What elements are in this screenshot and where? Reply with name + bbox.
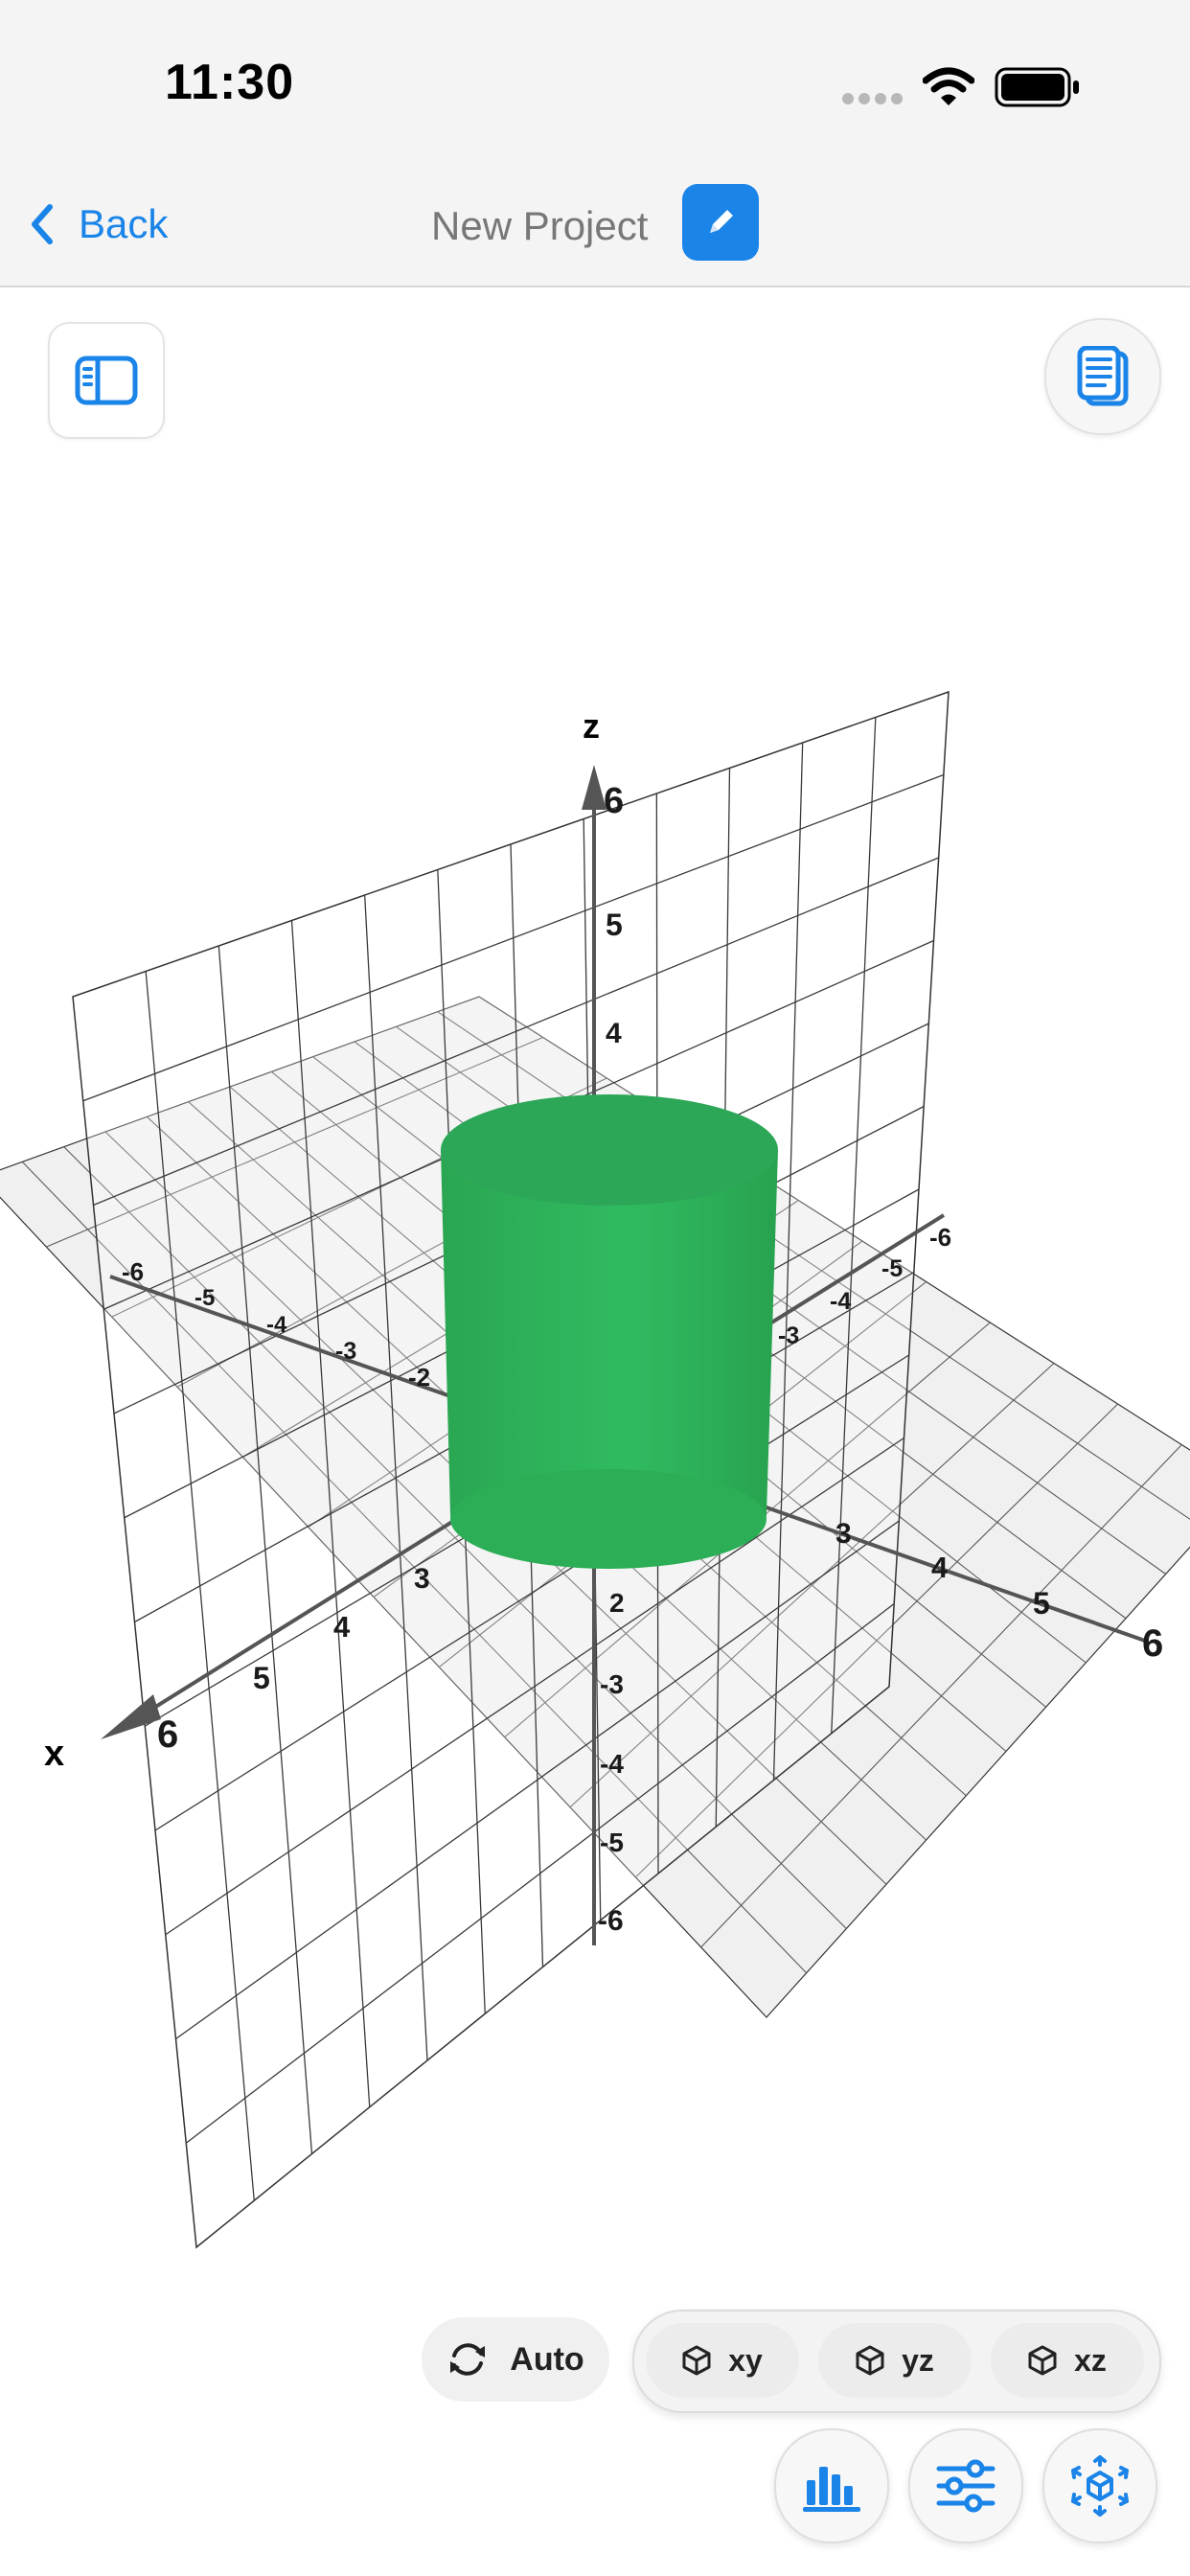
- plane-button-yz[interactable]: yz: [818, 2323, 972, 2398]
- z-axis-label: z: [583, 706, 600, 746]
- edit-title-button[interactable]: [682, 184, 759, 261]
- tick-label: 4: [333, 1610, 351, 1644]
- tick-label: 4: [606, 1018, 622, 1049]
- plane-label: xz: [1074, 2342, 1107, 2378]
- tick-label: 2: [609, 1588, 625, 1618]
- plane-label: yz: [902, 2342, 934, 2378]
- tick-label: 6: [604, 781, 624, 821]
- tick-label: 6: [157, 1714, 178, 1756]
- cylinder-object[interactable]: [441, 1094, 778, 1569]
- data-table-button[interactable]: [774, 2428, 889, 2543]
- rotate-icon: [450, 2343, 486, 2376]
- auto-rotate-button[interactable]: Auto: [422, 2317, 609, 2402]
- page-title: New Project: [431, 203, 649, 248]
- signal-dots-icon: [842, 93, 903, 104]
- tick-label: 4: [931, 1551, 949, 1584]
- cube-icon: [1028, 2345, 1057, 2376]
- cube-icon: [682, 2345, 711, 2376]
- tick-label: -5: [600, 1828, 624, 1857]
- chevron-left-icon: [32, 204, 53, 244]
- bar-chart-icon: [803, 2467, 860, 2512]
- tick-label: -2: [408, 1363, 430, 1392]
- wifi-icon: [923, 67, 974, 105]
- auto-label: Auto: [510, 2340, 584, 2378]
- tick-label: 5: [1033, 1586, 1050, 1621]
- tick-label: -3: [778, 1322, 799, 1349]
- tick-label: 5: [606, 908, 623, 942]
- tick-label: -4: [830, 1288, 851, 1315]
- tick-label: -6: [122, 1257, 144, 1286]
- plane-button-xz[interactable]: xz: [991, 2323, 1144, 2398]
- tick-label: -4: [266, 1312, 287, 1338]
- battery-icon: [995, 67, 1079, 107]
- plane-label: xy: [728, 2342, 763, 2378]
- x-axis-label: x: [44, 1734, 64, 1774]
- tick-label: -5: [195, 1285, 215, 1311]
- cube-icon: [856, 2345, 884, 2376]
- pencil-icon: [710, 210, 733, 233]
- status-bar: 11:30: [0, 0, 1190, 163]
- 3d-view-icon: [1071, 2455, 1129, 2517]
- status-time: 11:30: [165, 55, 295, 110]
- tick-label: -6: [598, 1905, 624, 1937]
- tick-label: -3: [600, 1669, 624, 1699]
- tick-label: 3: [414, 1563, 430, 1595]
- navigation-bar: Back New Project: [0, 163, 1190, 288]
- tick-label: -6: [929, 1223, 951, 1252]
- view-3d-button[interactable]: [1042, 2428, 1157, 2543]
- sliders-icon: [936, 2459, 995, 2513]
- tick-label: 6: [1142, 1622, 1163, 1665]
- back-button[interactable]: Back: [29, 196, 168, 253]
- back-label: Back: [79, 201, 169, 246]
- plane-button-xy[interactable]: xy: [646, 2323, 799, 2398]
- tick-label: 5: [253, 1661, 270, 1695]
- tick-label: -4: [600, 1749, 624, 1779]
- plane-selector: xy yz xz: [632, 2310, 1161, 2413]
- plot-3d-canvas[interactable]: z x -6 -5 -4 -3 -2 3 4 5 6 -6 -5 -4 -3 3…: [0, 288, 1190, 2281]
- tick-label: -3: [335, 1338, 356, 1365]
- settings-button[interactable]: [908, 2428, 1023, 2543]
- tick-label: 3: [835, 1518, 852, 1550]
- tick-label: -5: [881, 1255, 903, 1282]
